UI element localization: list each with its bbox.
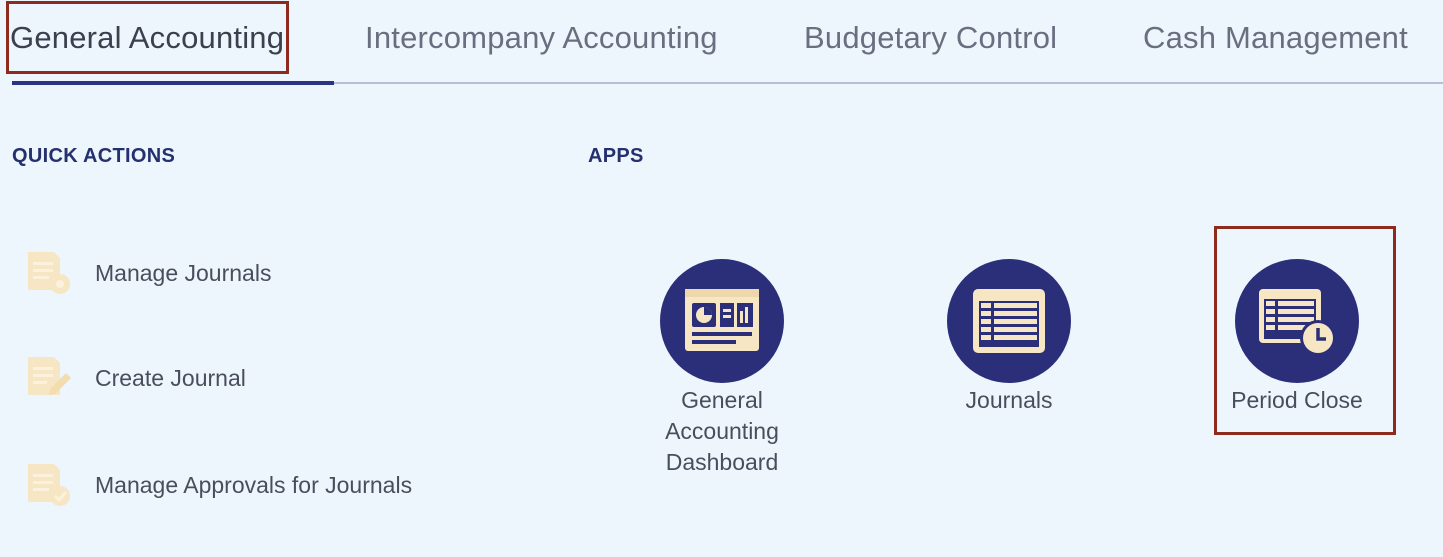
app-label-line: Period Close xyxy=(1231,387,1363,413)
tab-intercompany-accounting[interactable]: Intercompany Accounting xyxy=(365,16,718,60)
tab-general-accounting[interactable]: General Accounting xyxy=(10,16,284,60)
app-label-line: General xyxy=(681,387,763,413)
app-general-accounting-dashboard[interactable]: General Accounting Dashboard xyxy=(622,259,822,478)
manage-approvals-label: Manage Approvals for Journals xyxy=(95,472,413,498)
app-label: Period Close xyxy=(1197,385,1397,416)
tab-cash-management[interactable]: Cash Management xyxy=(1143,16,1408,60)
journals-icon xyxy=(973,289,1045,353)
app-journals[interactable]: Journals xyxy=(909,259,1109,416)
tab-bar: General Accounting Intercompany Accounti… xyxy=(0,0,1443,86)
app-circle xyxy=(1235,259,1359,383)
app-label: General Accounting Dashboard xyxy=(622,385,822,478)
app-period-close[interactable]: Period Close xyxy=(1197,259,1397,416)
apps-heading: APPS xyxy=(588,145,644,167)
active-tab-indicator xyxy=(12,81,334,85)
dashboard-icon xyxy=(685,289,759,351)
app-label: Journals xyxy=(909,385,1109,416)
tab-budgetary-control[interactable]: Budgetary Control xyxy=(804,16,1057,60)
app-circle xyxy=(947,259,1071,383)
app-label-line: Journals xyxy=(965,387,1053,413)
quick-actions-heading: QUICK ACTIONS xyxy=(12,145,176,167)
app-label-line: Dashboard xyxy=(665,449,779,475)
manage-journals-label: Manage Journals xyxy=(95,260,272,286)
manage-journals-icon xyxy=(28,252,70,294)
app-label-line: Accounting xyxy=(665,418,779,444)
manage-approvals-icon xyxy=(28,464,70,506)
create-journal-icon xyxy=(28,357,71,395)
period-close-icon xyxy=(1259,289,1336,356)
create-journal-label: Create Journal xyxy=(95,365,246,391)
app-circle xyxy=(660,259,784,383)
